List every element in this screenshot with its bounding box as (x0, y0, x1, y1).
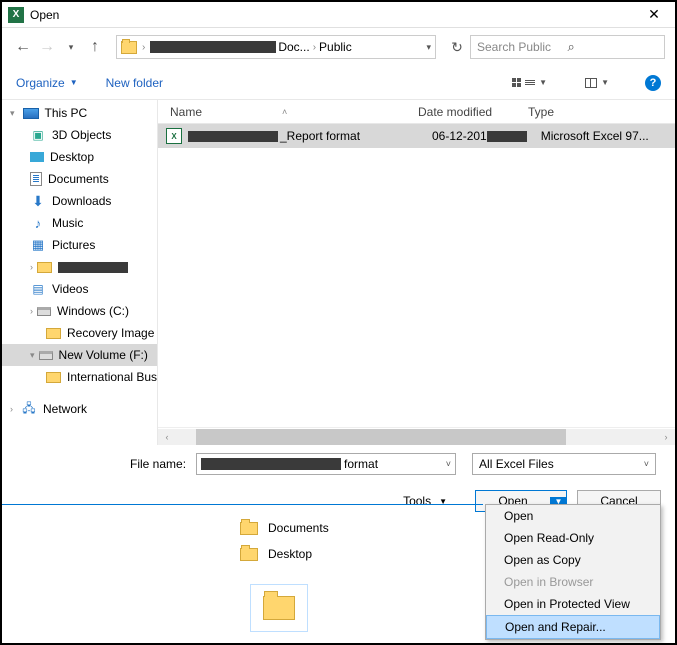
search-input[interactable]: Search Public ⌕ (470, 35, 665, 59)
back-icon[interactable]: ← (12, 36, 34, 58)
redacted (487, 131, 527, 142)
picture-icon: ▦ (30, 237, 46, 253)
drive-icon (37, 307, 51, 316)
chevron-down-icon: ˅ (644, 459, 649, 469)
dd-open-readonly[interactable]: Open Read-Only (486, 527, 660, 549)
sidebar-item-downloads[interactable]: ⬇Downloads (2, 190, 157, 212)
download-icon: ⬇ (30, 193, 46, 209)
view-grid-button[interactable]: ▼ (512, 78, 547, 87)
sidebar-item-drive-f[interactable]: ▾ New Volume (F:) (2, 344, 157, 366)
sidebar-item-intl[interactable]: International Bus (2, 366, 157, 388)
sidebar-item-videos[interactable]: ▤Videos (2, 278, 157, 300)
redacted (188, 131, 278, 142)
sidebar-item-pictures[interactable]: ▦Pictures (2, 234, 157, 256)
document-icon (30, 172, 42, 186)
chevron-down-icon[interactable]: ▾ (426, 42, 431, 53)
background-explorer: Documents Desktop (2, 504, 483, 644)
sidebar-item-recovery[interactable]: Recovery Image (2, 322, 157, 344)
filetype-filter[interactable]: All Excel Files ˅ (472, 453, 656, 475)
cube-icon: ▣ (30, 127, 46, 143)
help-icon[interactable]: ? (645, 75, 661, 91)
search-icon: ⌕ (568, 39, 659, 55)
bg-documents[interactable]: Documents (240, 515, 473, 541)
sidebar-item-folder-redacted[interactable]: › (2, 256, 157, 278)
file-row[interactable]: X _Report format 06-12-201 Microsoft Exc… (158, 124, 675, 148)
network-icon: 🖧 (21, 401, 37, 417)
breadcrumb-seg1[interactable]: Doc... (278, 40, 309, 54)
chevron-down-icon: ▾ (10, 108, 15, 119)
redacted (201, 458, 341, 470)
excel-file-icon: X (166, 128, 182, 144)
bg-folder-large[interactable] (250, 584, 308, 632)
excel-icon: X (8, 7, 24, 23)
redacted (58, 262, 128, 273)
file-name: _Report format (280, 129, 432, 143)
scrollbar-horizontal[interactable]: ‹ › (158, 427, 675, 445)
address-bar[interactable]: › Doc... › Public ▾ (116, 35, 436, 59)
folder-icon (46, 372, 61, 383)
preview-pane-button[interactable]: ▼ (585, 78, 609, 88)
window-title: Open (30, 8, 639, 22)
up-icon[interactable]: ↑ (84, 36, 106, 58)
sort-asc-icon: ˄ (282, 107, 287, 117)
folder-icon (240, 548, 258, 561)
sidebar-item-documents[interactable]: Documents (2, 168, 157, 190)
chevron-right-icon: › (313, 42, 316, 53)
chevron-right-icon: › (30, 262, 33, 272)
chevron-right-icon: › (142, 42, 145, 53)
video-icon: ▤ (30, 281, 46, 297)
col-name[interactable]: Name (170, 105, 202, 119)
sidebar-item-drive-c[interactable]: › Windows (C:) (2, 300, 157, 322)
sidebar-item-thispc[interactable]: ▾ This PC (2, 102, 157, 124)
open-dropdown-menu: Open Open Read-Only Open as Copy Open in… (485, 504, 661, 640)
desktop-icon (30, 152, 44, 162)
sidebar-item-music[interactable]: ♪Music (2, 212, 157, 234)
file-date: 06-12-201 (432, 129, 487, 143)
folder-icon (46, 328, 61, 339)
chevron-down-icon: ▼ (70, 78, 78, 87)
file-type: Microsoft Excel 97... (541, 129, 649, 143)
chevron-down-icon: ▾ (30, 350, 35, 361)
breadcrumb-seg2[interactable]: Public (319, 40, 352, 54)
forward-icon: → (36, 36, 58, 58)
dd-open[interactable]: Open (486, 505, 660, 527)
dd-open-protected[interactable]: Open in Protected View (486, 593, 660, 615)
sidebar: ▾ This PC ▣3D Objects Desktop Documents … (2, 100, 158, 445)
sidebar-item-3dobjects[interactable]: ▣3D Objects (2, 124, 157, 146)
sidebar-item-desktop[interactable]: Desktop (2, 146, 157, 168)
drive-icon (39, 351, 53, 360)
scroll-left-icon[interactable]: ‹ (158, 429, 176, 445)
chevron-right-icon: › (10, 404, 13, 414)
refresh-icon[interactable]: ↻ (446, 39, 468, 56)
chevron-right-icon: › (30, 306, 33, 316)
dd-open-repair[interactable]: Open and Repair... (486, 615, 660, 639)
new-folder-button[interactable]: New folder (106, 76, 163, 90)
recent-dropdown-icon[interactable]: ▾ (60, 36, 82, 58)
folder-icon (263, 596, 295, 620)
col-date[interactable]: Date modified (418, 105, 528, 119)
dd-open-copy[interactable]: Open as Copy (486, 549, 660, 571)
chevron-down-icon[interactable]: ˅ (446, 459, 451, 469)
music-icon: ♪ (30, 215, 46, 231)
scroll-right-icon[interactable]: › (657, 429, 675, 445)
folder-icon (240, 522, 258, 535)
bg-desktop[interactable]: Desktop (240, 541, 473, 567)
search-placeholder: Search Public (477, 40, 568, 54)
sidebar-item-network[interactable]: › 🖧Network (2, 398, 157, 420)
column-header[interactable]: Name ˄ Date modified Type (158, 100, 675, 124)
col-type[interactable]: Type (528, 105, 675, 119)
folder-icon (121, 41, 137, 54)
dd-open-browser: Open in Browser (486, 571, 660, 593)
folder-icon (37, 262, 52, 273)
pc-icon (23, 108, 39, 119)
organize-button[interactable]: Organize▼ (16, 76, 78, 90)
close-icon[interactable]: ✕ (639, 6, 669, 23)
breadcrumb-redacted (150, 41, 276, 53)
scroll-thumb[interactable] (196, 429, 566, 445)
filename-label: File name: (130, 457, 186, 471)
filename-input[interactable]: format ˅ (196, 453, 456, 475)
